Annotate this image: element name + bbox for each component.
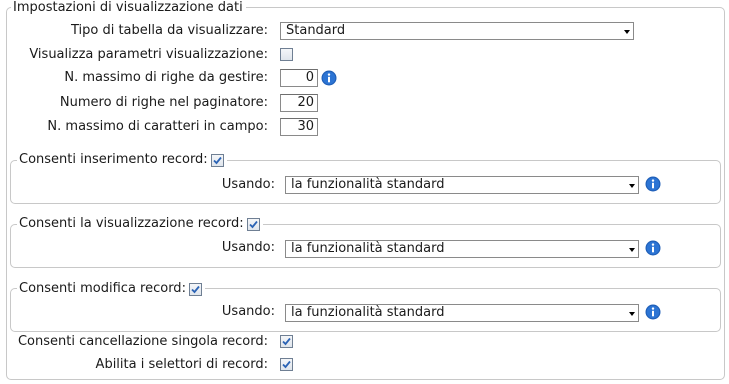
edit-record-legend-text: Consenti modifica record:	[19, 281, 186, 296]
chevron-down-icon	[629, 312, 635, 316]
checkmark-icon	[191, 285, 200, 293]
max-chars-value: 30	[297, 119, 314, 134]
view-record-using-value: la funzionalità standard	[291, 241, 445, 256]
edit-record-using-label: Usando:	[221, 304, 275, 319]
pager-rows-input[interactable]: 20	[280, 94, 318, 112]
max-chars-input[interactable]: 30	[280, 118, 318, 136]
checkmark-icon	[282, 360, 291, 369]
edit-record-using-select[interactable]: la funzionalità standard	[285, 304, 639, 322]
chevron-down-icon	[624, 30, 630, 34]
pager-rows-label: Numero di righe nel paginatore:	[59, 95, 268, 110]
chevron-down-icon	[629, 184, 635, 188]
insert-record-legend-text: Consenti inserimento record:	[19, 152, 208, 167]
table-type-select[interactable]: Standard	[280, 22, 634, 40]
max-rows-value: 0	[305, 70, 314, 85]
checkmark-icon	[282, 337, 291, 346]
info-icon[interactable]	[321, 70, 337, 86]
insert-record-checkbox[interactable]	[210, 153, 224, 167]
view-record-using-label: Usando:	[221, 240, 275, 255]
view-record-legend-text: Consenti la visualizzazione record:	[19, 216, 244, 231]
max-rows-label: N. massimo di righe da gestire:	[64, 70, 268, 85]
table-type-label: Tipo di tabella da visualizzare:	[70, 23, 268, 38]
edit-record-legend: Consenti modifica record:	[17, 281, 205, 297]
display-settings-legend: Impostazioni di visualizzazione dati	[11, 0, 246, 16]
info-icon[interactable]	[645, 304, 661, 320]
info-icon[interactable]	[645, 240, 661, 256]
view-record-checkbox[interactable]	[246, 217, 260, 231]
table-type-value: Standard	[286, 23, 346, 38]
record-selectors-checkbox[interactable]	[280, 358, 293, 371]
chevron-down-icon	[629, 248, 635, 252]
checkmark-icon	[213, 156, 222, 164]
display-settings-legend-text: Impostazioni di visualizzazione dati	[13, 0, 243, 15]
edit-record-checkbox[interactable]	[188, 282, 202, 296]
insert-record-legend: Consenti inserimento record:	[17, 152, 227, 168]
delete-single-record-label: Consenti cancellazione singola record:	[17, 334, 268, 349]
insert-record-using-label: Usando:	[221, 177, 275, 192]
show-display-params-checkbox[interactable]	[280, 48, 293, 61]
record-selectors-label: Abilita i selettori di record:	[95, 357, 268, 372]
info-icon[interactable]	[645, 176, 661, 192]
insert-record-using-value: la funzionalità standard	[291, 177, 445, 192]
delete-single-record-checkbox[interactable]	[280, 335, 293, 348]
max-chars-label: N. massimo di caratteri in campo:	[47, 119, 268, 134]
insert-record-using-select[interactable]: la funzionalità standard	[285, 176, 639, 194]
view-record-using-select[interactable]: la funzionalità standard	[285, 240, 639, 258]
view-record-legend: Consenti la visualizzazione record:	[17, 216, 263, 232]
checkmark-icon	[248, 220, 258, 228]
max-rows-input[interactable]: 0	[280, 69, 318, 87]
edit-record-using-value: la funzionalità standard	[291, 305, 445, 320]
show-display-params-label: Visualizza parametri visualizzazione:	[29, 47, 268, 62]
pager-rows-value: 20	[297, 95, 314, 110]
